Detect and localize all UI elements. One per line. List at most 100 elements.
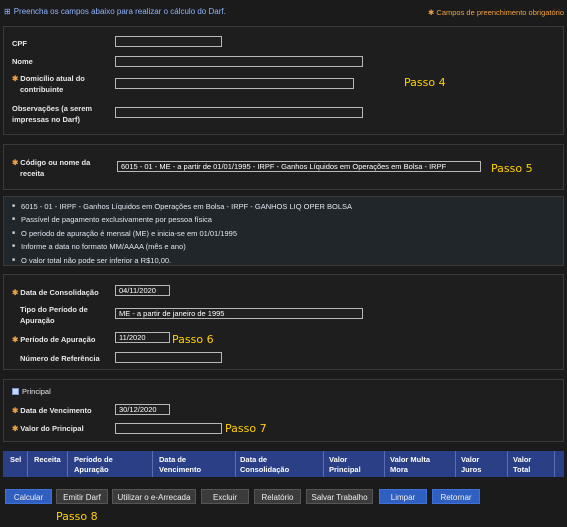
retornar-button[interactable]: Retornar xyxy=(432,489,480,504)
required-star-icon: ✱ xyxy=(12,288,19,297)
periodo-label-text: Período de Apuração xyxy=(20,335,96,344)
col-header-vencimento[interactable]: Data de Vencimento xyxy=(159,455,201,475)
excluir-button[interactable]: Excluir xyxy=(201,489,249,504)
cpf-field[interactable] xyxy=(115,36,222,47)
obs-label-line1: Observações (a serem xyxy=(12,104,93,113)
valor-principal-field[interactable] xyxy=(115,423,222,434)
limpar-button[interactable]: Limpar xyxy=(379,489,427,504)
col-separator xyxy=(554,451,555,477)
col-header-text: Consolidação xyxy=(240,465,290,474)
required-star-icon: ✱ xyxy=(12,335,19,344)
tipo-periodo-field[interactable]: ME - a partir de janeiro de 1995 xyxy=(115,308,363,319)
info-item: Informe a data no formato MM/AAAA (mês e… xyxy=(12,240,352,253)
col-header-text: Mora xyxy=(390,465,408,474)
info-item: 6015 - 01 - IRPF - Ganhos Líquidos em Op… xyxy=(12,200,352,213)
col-header-text: Valor xyxy=(513,455,532,464)
col-header-sel[interactable]: Sel xyxy=(10,455,21,465)
col-header-periodo[interactable]: Período de Apuração xyxy=(74,455,113,475)
col-header-valor-principal[interactable]: Valor Principal xyxy=(329,455,361,475)
col-separator xyxy=(27,451,28,477)
annotation-passo-6: Passo 6 xyxy=(172,333,214,346)
info-item: O valor total não pode ser inferior a R$… xyxy=(12,254,352,267)
codigo-receita-field[interactable]: 6015 - 01 - ME - a partir de 01/01/1995 … xyxy=(117,161,481,172)
col-header-text: Sel xyxy=(10,455,22,464)
periodo-panel: ✱ Data de Consolidação 04/11/2020 Tipo do… xyxy=(3,274,564,370)
annotation-passo-8: Passo 8 xyxy=(56,510,98,523)
col-header-text: Período de xyxy=(74,455,113,464)
principal-icon xyxy=(12,388,19,395)
vencimento-label: ✱ Data de Vencimento xyxy=(12,405,92,416)
col-separator xyxy=(152,451,153,477)
col-separator xyxy=(235,451,236,477)
required-note: ✱ Campos de preenchimento obrigatório xyxy=(428,8,564,17)
col-header-consolidacao[interactable]: Data de Consolidação xyxy=(240,455,289,475)
tipo-label-line1: Tipo do Período de xyxy=(20,305,88,314)
col-header-text: Juros xyxy=(461,465,482,474)
col-header-valor-juros[interactable]: Valor Juros xyxy=(461,455,481,475)
receita-panel: ✱ Código ou nome da receita 6015 - 01 - ME… xyxy=(3,144,564,190)
calcular-button[interactable]: Calcular xyxy=(5,489,52,504)
required-star-icon: ✱ xyxy=(12,74,19,83)
utilizar-earrecada-button[interactable]: Utilizar o e-Arrecada xyxy=(112,489,196,504)
nome-label: Nome xyxy=(12,57,33,66)
annotation-passo-7: Passo 7 xyxy=(225,422,267,435)
col-header-text: Valor xyxy=(329,455,348,464)
data-vencimento-field[interactable]: 30/12/2020 xyxy=(115,404,170,415)
principal-panel: Principal ✱ Data de Vencimento 30/12/2020… xyxy=(3,379,564,442)
required-note-label: Campos de preenchimento obrigatório xyxy=(436,8,564,17)
salvar-trabalho-button[interactable]: Salvar Trabalho xyxy=(306,489,373,504)
observacoes-label: Observações (a serem impressas no Darf) xyxy=(12,103,92,125)
emitir-darf-button[interactable]: Emitir Darf xyxy=(56,489,108,504)
codigo-label-line2: receita xyxy=(20,169,45,178)
obs-label-line2: impressas no Darf) xyxy=(12,115,80,124)
intro-text: ⊞ Preencha os campos abaixo para realizar… xyxy=(4,7,226,16)
nome-field[interactable] xyxy=(115,56,363,67)
col-separator xyxy=(455,451,456,477)
tipo-periodo-label: Tipo do Período de Apuração xyxy=(12,304,88,326)
vencimento-label-text: Data de Vencimento xyxy=(20,406,92,415)
periodo-apuracao-field[interactable]: 11/2020 xyxy=(115,332,170,343)
domicilio-label: ✱ Domicílio atual do contribuinte xyxy=(12,73,85,95)
col-header-text: Valor Multa xyxy=(390,455,431,464)
annotation-passo-5: Passo 5 xyxy=(491,162,533,175)
principal-title-text: Principal xyxy=(22,387,51,396)
col-separator xyxy=(323,451,324,477)
col-separator xyxy=(384,451,385,477)
periodo-apuracao-label: ✱ Período de Apuração xyxy=(12,334,95,345)
col-header-text: Valor xyxy=(461,455,480,464)
col-header-text: Apuração xyxy=(74,465,109,474)
info-item: O período de apuração é mensal (ME) e in… xyxy=(12,227,352,240)
col-header-valor-multa[interactable]: Valor Multa Mora xyxy=(390,455,430,475)
relatorio-button[interactable]: Relatório xyxy=(254,489,301,504)
col-header-text: Data de xyxy=(240,455,268,464)
codigo-label-line1: Código ou nome da xyxy=(20,158,91,167)
referencia-label: Número de Referência xyxy=(20,354,100,363)
info-item: Passível de pagamento exclusivamente por… xyxy=(12,213,352,226)
col-separator xyxy=(507,451,508,477)
identification-panel: CPF Nome ✱ Domicílio atual do contribuinte… xyxy=(3,26,564,135)
col-header-text: Vencimento xyxy=(159,465,202,474)
col-separator xyxy=(67,451,68,477)
intro-label: Preencha os campos abaixo para realizar … xyxy=(13,7,226,16)
observacoes-field[interactable] xyxy=(115,107,363,118)
domicilio-field[interactable] xyxy=(115,78,354,89)
required-star-icon: ✱ xyxy=(12,424,19,433)
required-star-icon: ✱ xyxy=(12,158,19,167)
col-header-text: Principal xyxy=(329,465,361,474)
col-header-text: Receita xyxy=(34,455,61,464)
data-consolidacao-field[interactable]: 04/11/2020 xyxy=(115,285,170,296)
plus-icon: ⊞ xyxy=(4,7,11,16)
domicilio-label-line1: Domicílio atual do xyxy=(20,74,85,83)
receita-info-box: 6015 - 01 - IRPF - Ganhos Líquidos em Op… xyxy=(3,196,564,266)
consolidacao-label-text: Data de Consolidação xyxy=(20,288,99,297)
valor-label-text: Valor do Principal xyxy=(20,424,84,433)
results-table-header: Sel Receita Período de Apuração Data de Ve… xyxy=(3,451,564,477)
tipo-label-line2: Apuração xyxy=(20,316,55,325)
domicilio-label-line2: contribuinte xyxy=(20,85,64,94)
col-header-text: Data de xyxy=(159,455,187,464)
referencia-field[interactable] xyxy=(115,352,222,363)
consolidacao-label: ✱ Data de Consolidação xyxy=(12,287,99,298)
info-list: 6015 - 01 - IRPF - Ganhos Líquidos em Op… xyxy=(12,200,352,267)
col-header-receita[interactable]: Receita xyxy=(34,455,61,465)
col-header-valor-total[interactable]: Valor Total xyxy=(513,455,531,475)
